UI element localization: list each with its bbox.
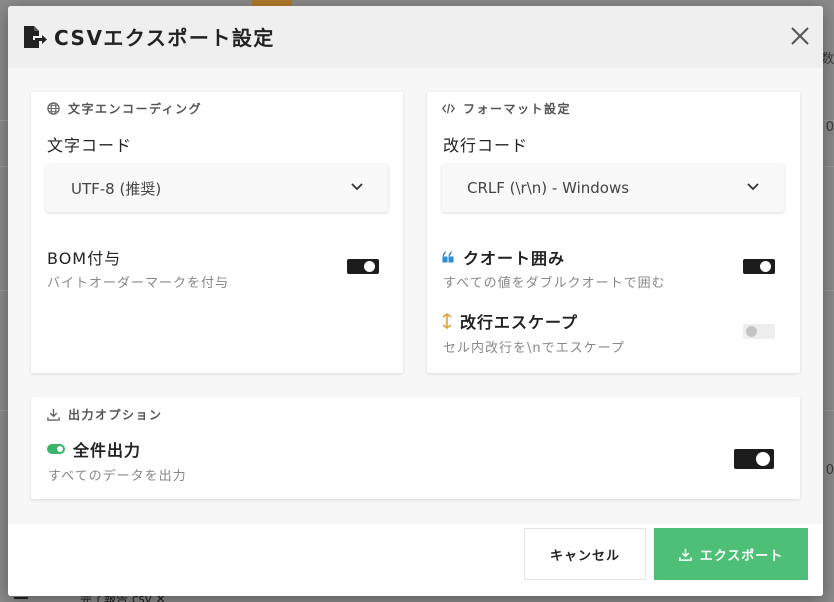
escape-title-row: 改行エスケープ (442, 309, 578, 333)
quote-title: クオート囲み (463, 249, 566, 268)
linebreak-label: 改行コード (443, 136, 529, 155)
toggle-knob (364, 261, 375, 272)
format-section-label: フォーマット設定 (442, 100, 571, 117)
encoding-card: 文字エンコーディング 文字コード UTF-8 (推奨) BOM付与 バイトオーダ… (31, 92, 403, 373)
linebreak-select[interactable]: CRLF (\r\n) - Windows (442, 164, 784, 212)
bom-toggle[interactable] (347, 259, 379, 274)
background-text: 0 (825, 463, 834, 478)
dialog-header: CSVエクスポート設定 (8, 6, 823, 68)
toggle-on-icon (47, 444, 65, 454)
code-icon (442, 103, 455, 114)
toggle-knob (760, 261, 771, 272)
output-card: 出力オプション 全件出力 すべてのデータを出力 (31, 397, 800, 499)
dialog-footer: キャンセル エクスポート (8, 524, 823, 596)
dialog-body: 文字エンコーディング 文字コード UTF-8 (推奨) BOM付与 バイトオーダ… (8, 68, 823, 524)
download-icon (47, 408, 60, 421)
download-icon (678, 548, 692, 561)
quote-toggle[interactable] (743, 259, 775, 274)
chevron-down-icon (747, 183, 759, 191)
format-section-text: フォーマット設定 (463, 102, 572, 116)
all-description: すべてのデータを出力 (48, 469, 187, 484)
dialog-title: CSVエクスポート設定 (54, 26, 275, 50)
globe-icon (47, 102, 60, 115)
background-text: 0 (825, 120, 834, 135)
background-dash (14, 597, 28, 599)
all-title-row: 全件出力 (47, 437, 141, 461)
bom-title: BOM付与 (47, 249, 122, 268)
escape-title: 改行エスケープ (460, 313, 579, 332)
escape-toggle[interactable] (743, 324, 775, 339)
cancel-button[interactable]: キャンセル (524, 528, 646, 580)
all-output-toggle[interactable] (734, 449, 774, 469)
charset-select[interactable]: UTF-8 (推奨) (46, 164, 388, 212)
vertical-arrows-icon (442, 313, 452, 329)
output-section-label: 出力オプション (47, 406, 163, 423)
quote-icon (442, 251, 454, 263)
csv-export-dialog: CSVエクスポート設定 文字エンコーディング 文字コード UTF-8 (推奨) (8, 6, 823, 596)
quote-title-row: クオート囲み (442, 245, 565, 269)
quote-description: すべての値をダブルクオートで囲む (443, 276, 666, 291)
output-section-text: 出力オプション (68, 408, 163, 422)
export-button-label: エクスポート (699, 548, 784, 564)
close-icon[interactable] (789, 25, 811, 47)
file-export-icon (24, 26, 47, 48)
toggle-knob (756, 452, 770, 466)
escape-description: セル内改行を\nでエスケープ (443, 341, 625, 356)
charset-select-value: UTF-8 (推奨) (71, 179, 162, 198)
linebreak-select-value: CRLF (\r\n) - Windows (467, 179, 630, 197)
format-card: フォーマット設定 改行コード CRLF (\r\n) - Windows クオー… (427, 92, 800, 373)
charset-label: 文字コード (47, 136, 133, 155)
all-title: 全件出力 (73, 441, 142, 460)
encoding-section-label: 文字エンコーディング (47, 100, 202, 117)
chevron-down-icon (351, 183, 363, 191)
bom-description: バイトオーダーマークを付与 (47, 276, 230, 291)
export-button[interactable]: エクスポート (654, 528, 808, 580)
encoding-section-text: 文字エンコーディング (68, 102, 203, 116)
toggle-knob (746, 326, 757, 337)
